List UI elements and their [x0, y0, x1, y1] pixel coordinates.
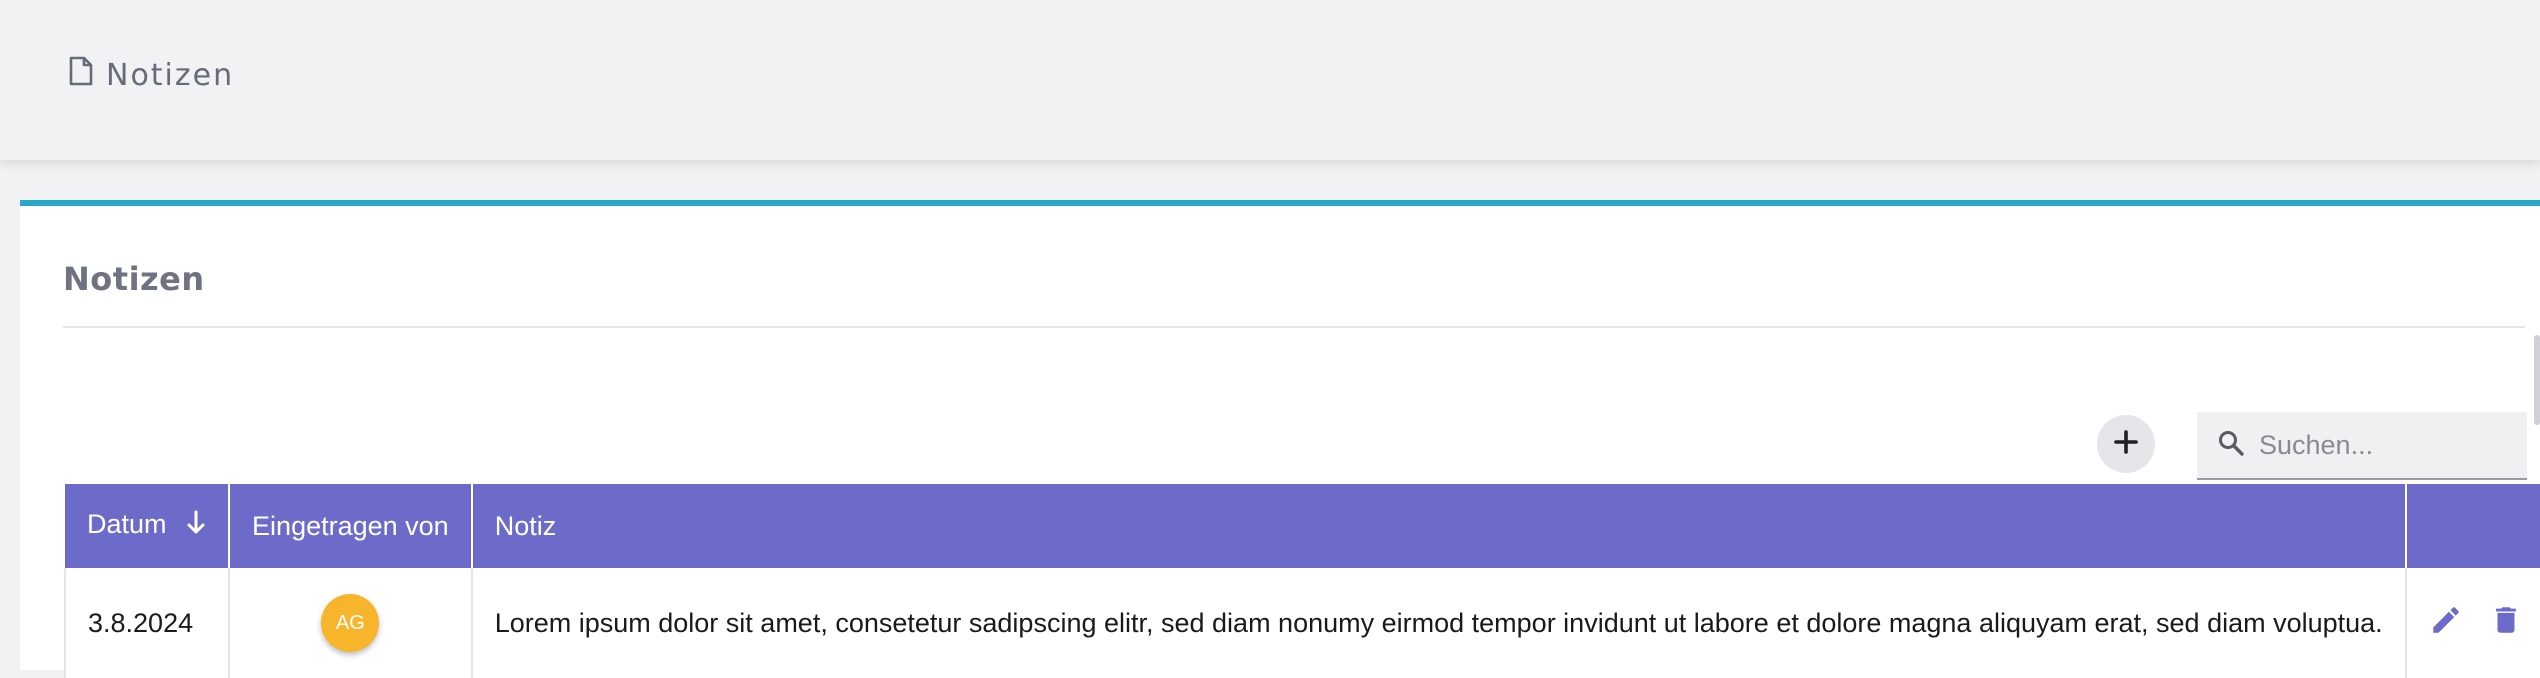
search-icon [2217, 429, 2245, 461]
column-header-datum[interactable]: Datum [65, 484, 231, 568]
plus-icon [2113, 429, 2139, 459]
cell-eingetragen-von: AG [228, 568, 473, 678]
delete-button[interactable] [2489, 603, 2523, 644]
pencil-icon [2429, 603, 2463, 644]
notes-card: Notizen Datum [20, 200, 2540, 678]
page-title: Notizen [106, 57, 235, 93]
card-title: Notizen [63, 260, 205, 298]
document-icon [68, 56, 94, 94]
column-header-notiz[interactable]: Notiz [471, 484, 2407, 568]
search-input[interactable] [2259, 429, 2509, 461]
notes-table: Datum Eingetragen von Notiz 3.8.2024 AG [63, 484, 2540, 678]
edit-button[interactable] [2429, 603, 2463, 644]
add-note-button[interactable] [2097, 415, 2155, 473]
cell-datum: 3.8.2024 [63, 568, 231, 678]
table-row[interactable]: 3.8.2024 AG Lorem ipsum dolor sit amet, … [63, 568, 2540, 678]
scrollbar[interactable] [2534, 335, 2540, 425]
cell-actions [2404, 568, 2540, 678]
column-header-eingetragen-von[interactable]: Eingetragen von [229, 484, 473, 568]
page-header: Notizen [68, 56, 234, 94]
table-header-row: Datum Eingetragen von Notiz [65, 484, 2540, 568]
search-field[interactable] [2197, 412, 2527, 480]
avatar: AG [321, 594, 380, 652]
card-divider [63, 326, 2525, 328]
column-header-actions [2406, 484, 2540, 568]
cell-notiz: Lorem ipsum dolor sit amet, consetetur s… [470, 568, 2407, 678]
sort-arrow-down-icon[interactable] [186, 510, 206, 543]
top-bar: Notizen [0, 0, 2540, 160]
trash-icon [2489, 603, 2523, 644]
